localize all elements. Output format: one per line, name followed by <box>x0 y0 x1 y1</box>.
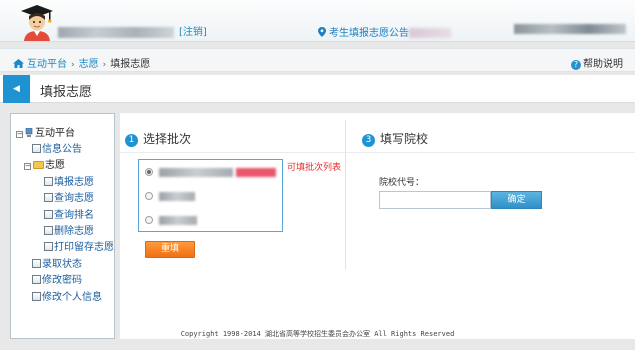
sidebar-item-admission[interactable]: 录取状态 <box>32 255 82 270</box>
batch-list-note: 可填批次列表 <box>287 163 342 173</box>
sidebar-item-print[interactable]: 打印留存志愿 <box>44 238 114 253</box>
logout-link[interactable]: [注销] <box>179 27 207 38</box>
tree-root-label: 互动平台 <box>35 128 75 139</box>
sidebar-item-delete[interactable]: 删除志愿 <box>44 222 94 237</box>
question-icon: ? <box>571 60 581 70</box>
step-badge: 1 <box>125 134 138 147</box>
notice-suffix-redacted <box>409 28 451 38</box>
user-info: [注销] <box>58 23 207 38</box>
step-badge: 3 <box>362 134 375 147</box>
page-icon <box>32 292 41 301</box>
breadcrumb-current: 填报志愿 <box>110 59 151 70</box>
batch-option-redacted <box>159 215 197 225</box>
page-icon <box>44 177 53 186</box>
location-pin-icon <box>318 27 326 37</box>
batch-section-title: 选择批次 <box>143 132 192 146</box>
school-section-title: 填写院校 <box>380 132 429 146</box>
batch-option[interactable] <box>145 167 277 179</box>
sidebar-item-ranking[interactable]: 查询排名 <box>44 206 94 221</box>
batch-option-redacted <box>159 167 233 177</box>
chevron-right-icon: › <box>71 60 75 70</box>
top-header: [注销] 考生填报志愿公告 <box>0 0 635 42</box>
school-code-input[interactable] <box>379 191 491 209</box>
triangle-left-icon: ◀ <box>13 84 20 94</box>
help-label: 帮助说明 <box>583 59 623 70</box>
sidebar-item-volunteer[interactable]: − 志愿 <box>24 156 65 171</box>
batch-option-redacted <box>159 191 195 201</box>
graduate-avatar-icon <box>21 5 53 41</box>
collapse-icon[interactable]: − <box>24 163 31 170</box>
back-button[interactable]: ◀ <box>3 75 30 103</box>
computer-icon <box>25 128 33 137</box>
page-title-bar: ◀ 填报志愿 <box>0 75 635 103</box>
breadcrumb-bar: 互动平台 › 志愿 › 填报志愿 ? 帮助说明 <box>0 48 635 72</box>
right-user-redacted <box>514 24 626 34</box>
notice-label: 考生填报志愿公告 <box>329 28 409 39</box>
sidebar-item-profile[interactable]: 修改个人信息 <box>32 288 102 303</box>
help-link[interactable]: ? 帮助说明 <box>571 55 623 70</box>
batch-list <box>138 159 283 232</box>
page-icon <box>44 193 53 202</box>
breadcrumb: 互动平台 › 志愿 › 填报志愿 <box>13 55 150 70</box>
batch-option-redacted-highlight <box>236 167 277 177</box>
confirm-button[interactable]: 确定 <box>491 191 542 209</box>
page-icon <box>44 226 53 235</box>
page-title: 填报志愿 <box>40 85 93 100</box>
user-name-redacted <box>58 26 174 38</box>
school-code-label: 院校代号： <box>379 178 425 188</box>
sidebar-item-notice[interactable]: 信息公告 <box>32 140 82 155</box>
breadcrumb-link-volunteer[interactable]: 志愿 <box>79 59 99 70</box>
tree-root[interactable]: − 互动平台 <box>16 124 75 139</box>
batch-option[interactable] <box>145 191 195 203</box>
radio-unselected[interactable] <box>145 192 153 200</box>
sidebar-item-password[interactable]: 修改密码 <box>32 271 82 286</box>
column-divider <box>345 120 346 270</box>
folder-icon <box>33 161 44 169</box>
batch-option[interactable] <box>145 215 197 227</box>
breadcrumb-link-platform[interactable]: 互动平台 <box>27 59 67 70</box>
batch-section-header: 1 选择批次 <box>125 130 191 147</box>
school-section-header: 3 填写院校 <box>362 130 428 147</box>
sidebar-item-fill[interactable]: 填报志愿 <box>44 173 94 188</box>
page-icon <box>32 259 41 268</box>
collapse-icon[interactable]: − <box>16 131 23 138</box>
home-icon <box>13 59 24 68</box>
page-icon <box>32 144 41 153</box>
chevron-right-icon: › <box>102 60 107 70</box>
page-icon <box>44 210 53 219</box>
page-icon <box>32 275 41 284</box>
radio-selected[interactable] <box>145 168 153 176</box>
refill-button[interactable]: 重填 <box>145 241 195 258</box>
page-icon <box>44 242 53 251</box>
section-divider <box>120 152 635 153</box>
sidebar-item-query[interactable]: 查询志愿 <box>44 189 94 204</box>
radio-unselected[interactable] <box>145 216 153 224</box>
notice-link[interactable]: 考生填报志愿公告 <box>318 24 451 39</box>
footer-copyright: Copyright 1998-2014 湖北省高等学校招生委员会办公室 All … <box>180 330 455 338</box>
